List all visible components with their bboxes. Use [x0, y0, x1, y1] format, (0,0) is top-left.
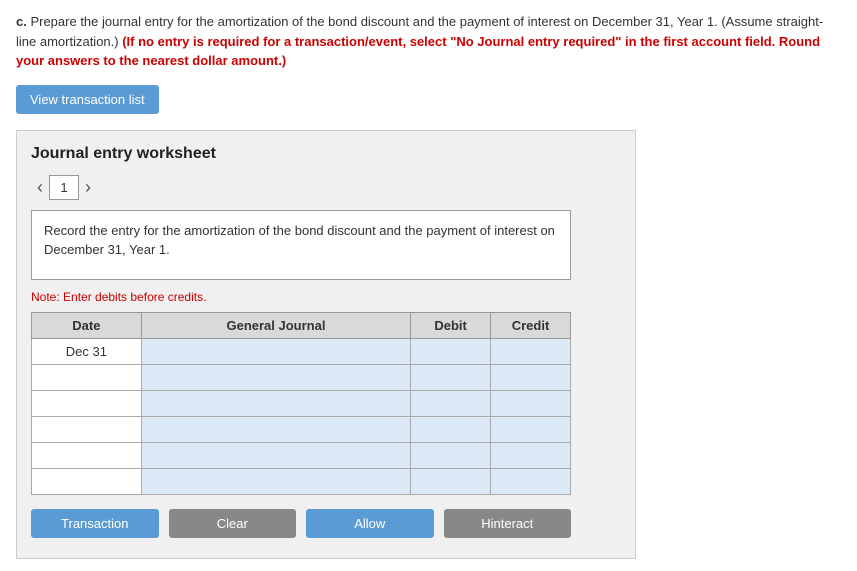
date-cell-1: Dec 31: [32, 338, 142, 364]
general-journal-cell-1[interactable]: [141, 338, 410, 364]
table-row: [32, 390, 571, 416]
general-journal-input-5[interactable]: [142, 443, 410, 468]
instructions-text: c. Prepare the journal entry for the amo…: [16, 12, 841, 71]
credit-input-2[interactable]: [491, 365, 570, 390]
view-transaction-button[interactable]: View transaction list: [16, 85, 159, 114]
note-text: Note: Enter debits before credits.: [31, 290, 621, 304]
general-journal-input-3[interactable]: [142, 391, 410, 416]
date-cell-2: [32, 364, 142, 390]
credit-cell-6[interactable]: [491, 468, 571, 494]
credit-cell-4[interactable]: [491, 416, 571, 442]
debit-cell-6[interactable]: [411, 468, 491, 494]
debit-input-1[interactable]: [411, 339, 490, 364]
bottom-buttons-container: Transaction Clear Allow Hinteract: [31, 509, 571, 538]
instruction-prefix: c.: [16, 14, 27, 29]
next-tab-button[interactable]: ›: [79, 177, 97, 198]
debit-input-3[interactable]: [411, 391, 490, 416]
table-row: [32, 468, 571, 494]
prev-tab-button[interactable]: ‹: [31, 177, 49, 198]
credit-cell-5[interactable]: [491, 442, 571, 468]
date-cell-6: [32, 468, 142, 494]
table-row: [32, 416, 571, 442]
general-journal-cell-3[interactable]: [141, 390, 410, 416]
tab-number[interactable]: 1: [49, 175, 79, 200]
table-row: Dec 31: [32, 338, 571, 364]
date-cell-5: [32, 442, 142, 468]
transaction-button[interactable]: Transaction: [31, 509, 159, 538]
table-row: [32, 364, 571, 390]
general-journal-cell-4[interactable]: [141, 416, 410, 442]
clear-button[interactable]: Clear: [169, 509, 297, 538]
credit-input-4[interactable]: [491, 417, 570, 442]
header-credit: Credit: [491, 312, 571, 338]
general-journal-cell-2[interactable]: [141, 364, 410, 390]
credit-cell-1[interactable]: [491, 338, 571, 364]
credit-input-5[interactable]: [491, 443, 570, 468]
header-date: Date: [32, 312, 142, 338]
debit-cell-4[interactable]: [411, 416, 491, 442]
tab-navigation: ‹ 1 ›: [31, 175, 621, 200]
debit-input-2[interactable]: [411, 365, 490, 390]
header-general-journal: General Journal: [141, 312, 410, 338]
worksheet-container: Journal entry worksheet ‹ 1 › Record the…: [16, 130, 636, 559]
debit-cell-1[interactable]: [411, 338, 491, 364]
entry-description: Record the entry for the amortization of…: [31, 210, 571, 280]
debit-input-4[interactable]: [411, 417, 490, 442]
debit-cell-5[interactable]: [411, 442, 491, 468]
journal-table: Date General Journal Debit Credit Dec 31: [31, 312, 571, 495]
debit-input-5[interactable]: [411, 443, 490, 468]
general-journal-cell-6[interactable]: [141, 468, 410, 494]
credit-input-3[interactable]: [491, 391, 570, 416]
date-cell-4: [32, 416, 142, 442]
date-cell-3: [32, 390, 142, 416]
credit-input-1[interactable]: [491, 339, 570, 364]
debit-cell-3[interactable]: [411, 390, 491, 416]
worksheet-title: Journal entry worksheet: [31, 145, 621, 163]
debit-cell-2[interactable]: [411, 364, 491, 390]
general-journal-input-2[interactable]: [142, 365, 410, 390]
general-journal-input-4[interactable]: [142, 417, 410, 442]
credit-input-6[interactable]: [491, 469, 570, 494]
credit-cell-3[interactable]: [491, 390, 571, 416]
hinteract-button[interactable]: Hinteract: [444, 509, 572, 538]
debit-input-6[interactable]: [411, 469, 490, 494]
instruction-bold-red: (If no entry is required for a transacti…: [16, 34, 820, 69]
general-journal-input-6[interactable]: [142, 469, 410, 494]
allow-button[interactable]: Allow: [306, 509, 434, 538]
general-journal-cell-5[interactable]: [141, 442, 410, 468]
credit-cell-2[interactable]: [491, 364, 571, 390]
table-row: [32, 442, 571, 468]
header-debit: Debit: [411, 312, 491, 338]
general-journal-input-1[interactable]: [142, 339, 410, 364]
